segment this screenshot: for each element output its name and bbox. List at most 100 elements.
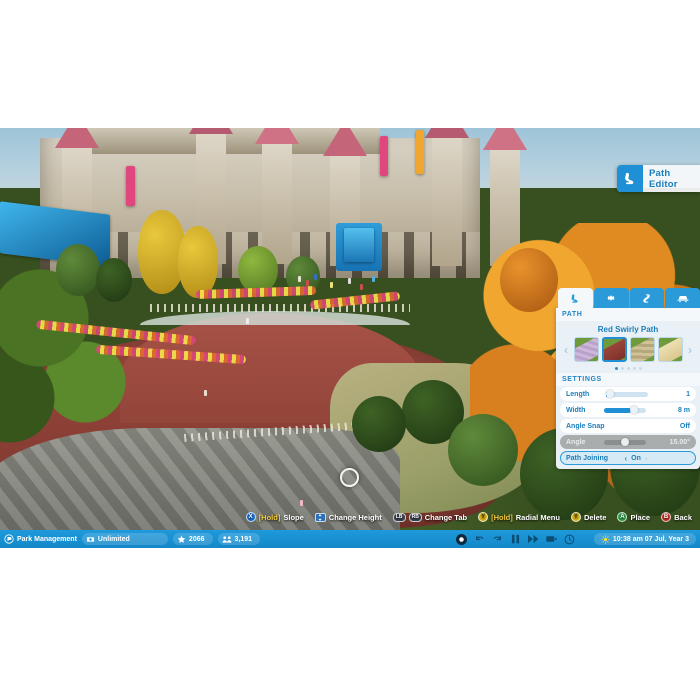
setting-path-joining-value: On bbox=[631, 454, 641, 462]
rating-chip[interactable]: 3,191 bbox=[217, 533, 261, 545]
castle-turret bbox=[425, 128, 469, 266]
record-button[interactable] bbox=[456, 533, 467, 545]
setting-path-joining[interactable]: Path Joining ‹ On › bbox=[560, 451, 696, 465]
page-dot[interactable] bbox=[626, 367, 630, 370]
datetime-chip[interactable]: 10:38 am 07 Jul, Year 3 bbox=[593, 533, 696, 545]
chevron-left-icon[interactable]: ‹ bbox=[620, 454, 631, 463]
hint-delete[interactable]: Y Delete bbox=[570, 512, 606, 522]
guest bbox=[360, 284, 363, 290]
hint-radial-menu[interactable]: Y [Hold] Radial Menu bbox=[478, 512, 560, 522]
tab-path[interactable] bbox=[558, 288, 593, 308]
settings-section-header: SETTINGS bbox=[556, 373, 700, 386]
setting-length-value: 1 bbox=[686, 390, 690, 398]
setting-angle-snap[interactable]: Angle Snap Off bbox=[560, 419, 696, 433]
clock-button[interactable] bbox=[564, 534, 575, 545]
setting-angle-snap-label: Angle Snap bbox=[566, 422, 605, 430]
star-icon bbox=[177, 535, 186, 543]
fast-forward-button[interactable] bbox=[528, 534, 539, 545]
fast-forward-icon bbox=[528, 534, 539, 544]
swatch-tan-gravel[interactable] bbox=[629, 337, 655, 362]
guests-chip[interactable]: 2066 bbox=[172, 533, 213, 545]
page-dot[interactable] bbox=[638, 367, 642, 370]
tab-ride[interactable] bbox=[665, 288, 700, 308]
hint-radial-menu-hold: [Hold] bbox=[491, 512, 513, 522]
hint-place[interactable]: A Place bbox=[617, 512, 650, 522]
hint-radial-menu-label: Radial Menu bbox=[515, 512, 560, 522]
setting-angle-value: 15.00° bbox=[669, 438, 690, 446]
swatch-lilac-cobble[interactable] bbox=[573, 337, 599, 362]
flag-pole bbox=[380, 136, 388, 176]
button-y-icon: Y bbox=[570, 512, 581, 522]
park-management-button[interactable]: Park Management bbox=[4, 534, 77, 544]
playback-controls[interactable] bbox=[456, 530, 575, 548]
hint-change-height[interactable]: Change Height bbox=[314, 512, 382, 522]
button-y-icon: Y bbox=[478, 512, 489, 522]
placement-cursor[interactable] bbox=[340, 468, 359, 487]
path-editor-panel[interactable]: PATH Red Swirly Path ‹ › SETTINGS Length… bbox=[556, 288, 700, 500]
swatch-prev-arrow[interactable]: ‹ bbox=[562, 344, 571, 356]
record-icon bbox=[459, 536, 464, 542]
page-dot[interactable] bbox=[614, 367, 618, 370]
entrance-banner bbox=[344, 228, 374, 262]
clock-icon bbox=[564, 534, 575, 544]
selected-path-name: Red Swirly Path bbox=[597, 325, 659, 334]
hint-place-label: Place bbox=[630, 512, 651, 522]
setting-width[interactable]: Width 8 m bbox=[560, 403, 696, 417]
path-swatch-row[interactable]: ‹ › bbox=[556, 337, 700, 362]
setting-length[interactable]: Length 1 bbox=[560, 387, 696, 401]
undo-icon bbox=[476, 535, 484, 540]
redo-button[interactable] bbox=[492, 534, 503, 545]
pause-button[interactable] bbox=[510, 534, 521, 545]
swatch-red-swirly[interactable] bbox=[601, 337, 627, 362]
status-bar-left: Park Management Unlimited 2066 3,191 bbox=[0, 533, 261, 545]
setting-width-slider[interactable] bbox=[585, 406, 664, 414]
path-icon bbox=[571, 293, 578, 303]
page-dot[interactable] bbox=[620, 367, 624, 370]
undo-button[interactable] bbox=[474, 534, 485, 545]
guest bbox=[372, 276, 375, 282]
swatch-next-arrow[interactable]: › bbox=[686, 344, 695, 356]
dpad-icon bbox=[314, 512, 326, 522]
path-section-header: PATH bbox=[556, 308, 700, 321]
park-management-label: Park Management bbox=[17, 535, 77, 543]
button-b-icon: B bbox=[661, 512, 672, 522]
hint-slope[interactable]: X [Hold] Slope bbox=[245, 512, 304, 522]
path-editor-icon bbox=[617, 165, 643, 192]
money-value: Unlimited bbox=[97, 535, 130, 543]
setting-length-slider[interactable] bbox=[589, 390, 664, 398]
castle-turret bbox=[255, 128, 299, 264]
hint-slope-hold: [Hold] bbox=[258, 512, 281, 522]
hint-change-tab-label: Change Tab bbox=[424, 512, 468, 522]
guests-value: 2066 bbox=[188, 535, 205, 543]
setting-width-label: Width bbox=[566, 406, 586, 414]
tab-scenery[interactable] bbox=[593, 288, 629, 308]
tree bbox=[500, 248, 558, 312]
pause-icon bbox=[511, 534, 520, 544]
swatch-page-dots[interactable] bbox=[556, 362, 700, 373]
setting-path-joining-label: Path Joining bbox=[566, 454, 608, 462]
button-rb-icon: RB bbox=[408, 512, 422, 522]
tab-queue[interactable] bbox=[629, 288, 665, 308]
setting-path-joining-stepper[interactable]: ‹ On › bbox=[608, 454, 664, 463]
setting-angle-label: Angle bbox=[566, 438, 586, 446]
tree bbox=[56, 244, 100, 296]
datetime-value: 10:38 am 07 Jul, Year 3 bbox=[612, 535, 689, 543]
camera-button[interactable] bbox=[546, 534, 557, 545]
control-hint-bar: X [Hold] Slope Change Height LB RB Chang… bbox=[0, 505, 700, 529]
chevron-right-icon[interactable]: › bbox=[641, 454, 652, 463]
hint-change-tab[interactable]: LB RB Change Tab bbox=[392, 512, 468, 522]
page-dot[interactable] bbox=[632, 367, 636, 370]
path-fence bbox=[150, 304, 410, 312]
path-editor-badge[interactable]: Path Editor bbox=[617, 165, 700, 192]
money-chip[interactable]: Unlimited bbox=[81, 533, 168, 545]
button-x-icon: X bbox=[245, 512, 256, 522]
hint-back[interactable]: B Back bbox=[661, 512, 692, 522]
guest bbox=[314, 274, 317, 280]
panel-tab-strip[interactable] bbox=[556, 288, 700, 308]
guest bbox=[348, 278, 351, 284]
tree bbox=[352, 396, 406, 452]
park-management-icon bbox=[4, 534, 14, 544]
guest bbox=[298, 276, 301, 282]
swatch-sand[interactable] bbox=[657, 337, 683, 362]
setting-angle-slider bbox=[585, 438, 664, 446]
